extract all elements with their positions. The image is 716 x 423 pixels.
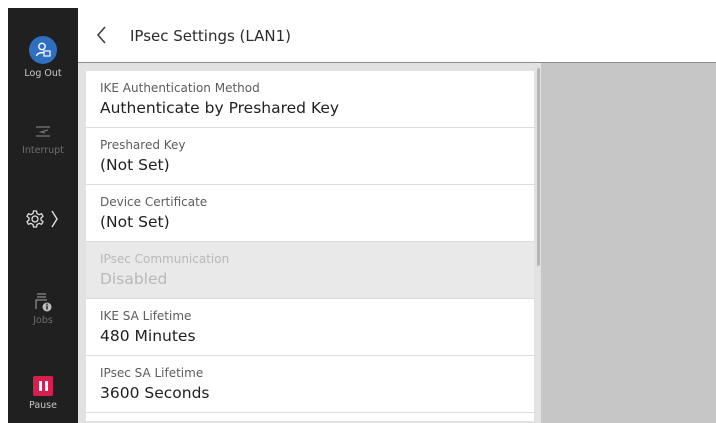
setting-label: IKE SA Lifetime [100, 309, 192, 323]
pause-label: Pause [29, 400, 57, 411]
right-pane [541, 63, 716, 423]
setting-label: IPsec Communication [100, 252, 230, 266]
logout-button[interactable]: Log Out [8, 36, 78, 79]
pause-button[interactable]: Pause [8, 376, 78, 411]
interrupt-label: Interrupt [22, 145, 64, 156]
chevron-left-icon [97, 26, 106, 44]
setting-ipsec-sa-lifetime[interactable]: IPsec SA Lifetime 3600 Seconds [86, 356, 534, 413]
back-button[interactable] [94, 24, 114, 48]
scrollbar[interactable] [537, 68, 540, 266]
setting-ipsec-communication: IPsec Communication Disabled [86, 242, 534, 299]
list-item-partial[interactable] [86, 413, 534, 421]
gear-icon [23, 210, 63, 236]
setting-label: IPsec SA Lifetime [100, 366, 204, 380]
screen-frame-top [0, 0, 716, 8]
interrupt-icon [8, 121, 78, 145]
device-settings-button[interactable] [8, 206, 78, 232]
setting-label: Device Certificate [100, 195, 208, 209]
sidebar: Log Out Interrupt Jobs Pause [8, 8, 78, 423]
setting-preshared-key[interactable]: Preshared Key (Not Set) [86, 128, 534, 185]
settings-list: IKE Authentication Method Authenticate b… [86, 71, 534, 421]
setting-device-certificate[interactable]: Device Certificate (Not Set) [86, 185, 534, 242]
setting-label: Preshared Key [100, 138, 186, 152]
setting-label: IKE Authentication Method [100, 81, 260, 95]
jobs-button[interactable]: Jobs [8, 291, 78, 326]
header-bar: IPsec Settings (LAN1) [78, 8, 716, 63]
setting-value: 480 Minutes [100, 327, 196, 345]
interrupt-button[interactable]: Interrupt [8, 121, 78, 156]
setting-value: (Not Set) [100, 156, 170, 174]
setting-value: Authenticate by Preshared Key [100, 99, 340, 117]
setting-value: Disabled [100, 270, 168, 288]
screen-frame-left [0, 0, 8, 423]
setting-ike-auth-method[interactable]: IKE Authentication Method Authenticate b… [86, 71, 534, 128]
user-icon [29, 36, 57, 64]
setting-value: (Not Set) [100, 213, 170, 231]
jobs-label: Jobs [33, 315, 53, 326]
jobs-icon [8, 291, 78, 315]
logout-label: Log Out [24, 68, 62, 79]
pause-icon [33, 376, 53, 396]
setting-value: 3600 Seconds [100, 384, 210, 402]
setting-ike-sa-lifetime[interactable]: IKE SA Lifetime 480 Minutes [86, 299, 534, 356]
page-title: IPsec Settings (LAN1) [130, 27, 291, 45]
